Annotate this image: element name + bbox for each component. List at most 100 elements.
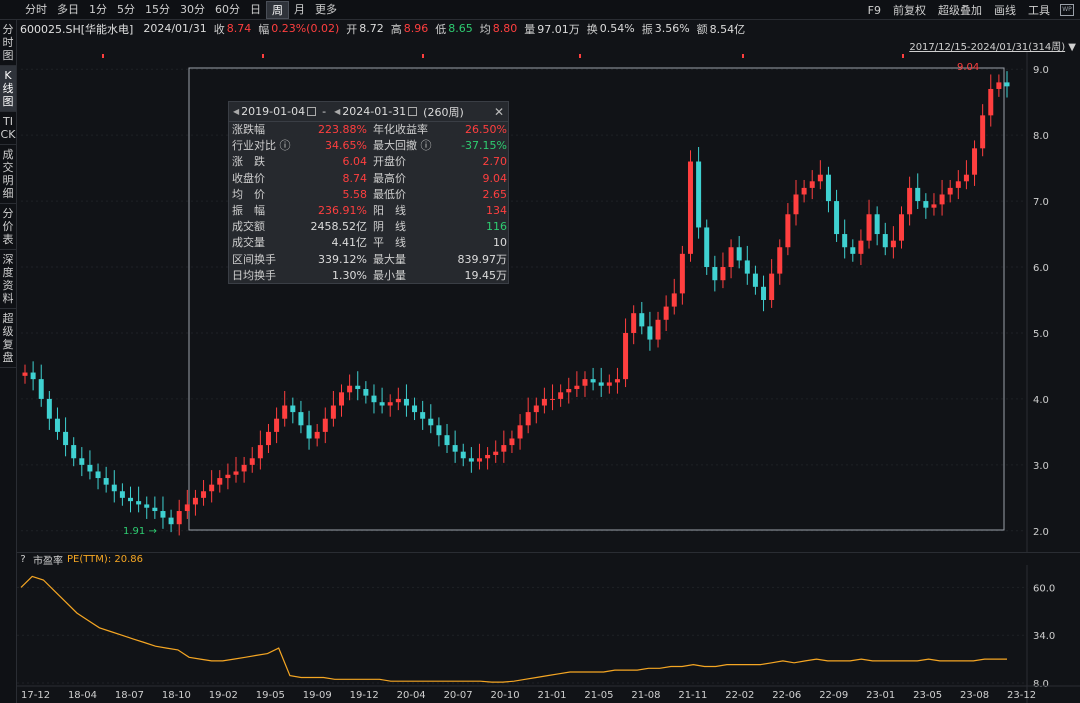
start-date-picker[interactable]: ◀ 2019-01-04 xyxy=(231,105,317,118)
stat-value: 34.65% xyxy=(325,139,367,153)
tool-button-0[interactable]: F9 xyxy=(862,4,887,17)
volume-value: 97.01万 xyxy=(537,22,580,36)
calendar-icon[interactable] xyxy=(307,107,317,116)
candle xyxy=(452,430,458,463)
candle-body xyxy=(558,392,564,399)
candle xyxy=(501,430,507,463)
close-icon[interactable]: ✕ xyxy=(494,105,504,119)
stats-row: 振 幅 236.91% 阳 线 134 xyxy=(229,203,508,219)
candle xyxy=(533,397,539,424)
candle xyxy=(485,447,491,470)
candle xyxy=(639,301,645,335)
candle-body xyxy=(403,398,409,406)
candle-body xyxy=(923,201,929,208)
left-tab-4[interactable]: 分价表 xyxy=(0,204,16,250)
period-tab-2[interactable]: 1分 xyxy=(84,1,112,19)
range-selector[interactable]: 2017/12/15-2024/01/31(314周) ▼ xyxy=(909,38,1076,53)
candle-body xyxy=(225,474,231,479)
candle-body xyxy=(363,389,369,396)
candle-body xyxy=(728,247,734,268)
candle xyxy=(136,486,142,513)
candle-body xyxy=(825,174,831,202)
period-tab-7[interactable]: 日 xyxy=(245,1,266,19)
triangle-left-icon[interactable]: ◀ xyxy=(334,107,340,116)
stat-key: 收盘价 xyxy=(232,171,265,185)
price-tick-label: 6.0 xyxy=(1033,263,1049,274)
period-tab-0[interactable]: 分时 xyxy=(20,1,52,19)
period-tab-1[interactable]: 多日 xyxy=(52,1,84,19)
candle-body xyxy=(671,293,677,307)
tool-button-4[interactable]: 工具 xyxy=(1022,2,1056,18)
tool-button-3[interactable]: 画线 xyxy=(988,2,1022,18)
candle xyxy=(923,193,929,219)
help-icon[interactable]: ? xyxy=(17,554,29,565)
end-date-picker[interactable]: ◀ 2024-01-31 xyxy=(332,105,418,118)
candle-body xyxy=(103,478,109,485)
time-tick-label: 20-10 xyxy=(491,690,520,701)
candle-body xyxy=(38,379,44,399)
candle xyxy=(265,423,271,453)
left-tab-6[interactable]: 超级复盘 xyxy=(0,309,16,368)
candle xyxy=(144,496,150,519)
amount-label: 额 xyxy=(696,22,708,36)
candle xyxy=(598,367,604,397)
period-tab-9[interactable]: 月 xyxy=(289,1,310,19)
candle-body xyxy=(30,372,36,380)
left-tab-1[interactable]: K线图 xyxy=(0,66,16,112)
stat-key: 日均换手 xyxy=(232,268,276,282)
candle xyxy=(274,407,280,444)
candle-body xyxy=(111,484,117,492)
stat-key: 涨 跌 xyxy=(232,155,265,169)
candle xyxy=(947,179,953,203)
candle xyxy=(233,456,239,483)
time-tick-label: 22-06 xyxy=(772,690,801,701)
pe-line-chart[interactable]: 60.0 34.0 8.0 17-12 18-04 18-07 18-10 19-02 19-0… xyxy=(17,565,1080,703)
tool-button-1[interactable]: 前复权 xyxy=(887,2,932,18)
candle xyxy=(980,104,986,157)
candle xyxy=(176,499,182,536)
period-tab-8[interactable]: 周 xyxy=(266,0,289,19)
period-tab-4[interactable]: 15分 xyxy=(140,1,175,19)
price-tick-label: 7.0 xyxy=(1033,197,1049,208)
candlestick-chart[interactable]: 9.0 8.0 7.0 6.0 5.0 4.0 3.0 2.0 9.04 1.91 → xyxy=(17,52,1080,552)
left-tab-0[interactable]: 分时图 xyxy=(0,20,16,66)
candle xyxy=(679,245,685,305)
time-tick-label: 23-01 xyxy=(866,690,895,701)
candle xyxy=(192,489,198,516)
left-tab-2[interactable]: TICK xyxy=(0,112,16,145)
calendar-icon[interactable] xyxy=(408,107,418,116)
candle xyxy=(712,255,718,292)
candle-body xyxy=(233,471,239,475)
candle-body xyxy=(687,161,693,254)
period-tab-10[interactable]: 更多 xyxy=(310,1,342,19)
candle-body xyxy=(720,267,726,281)
time-tick-label: 19-12 xyxy=(350,690,379,701)
stat-key: 区间换手 xyxy=(232,252,276,266)
wp-icon[interactable]: WP xyxy=(1060,4,1074,16)
stat-value: 223.88% xyxy=(318,123,367,136)
high-value: 8.96 xyxy=(403,22,429,35)
period-tab-6[interactable]: 60分 xyxy=(210,1,245,19)
candle xyxy=(347,374,353,401)
left-tab-3[interactable]: 成交明细 xyxy=(0,145,16,204)
stats-row: 成交额 2458.52亿阴 线 116 xyxy=(229,219,508,235)
amount-value: 8.54亿 xyxy=(709,22,746,36)
stat-key: 成交额 xyxy=(232,220,265,234)
triangle-left-icon[interactable]: ◀ xyxy=(233,107,239,116)
stats-row: 涨 跌 6.04 开盘价 2.70 xyxy=(229,154,508,170)
candle xyxy=(761,275,767,312)
candle-body xyxy=(631,313,637,333)
candle-body xyxy=(160,511,166,518)
period-tab-3[interactable]: 5分 xyxy=(112,1,140,19)
candle xyxy=(720,252,726,289)
left-tab-5[interactable]: 深度资料 xyxy=(0,250,16,309)
time-tick-label: 18-10 xyxy=(162,690,191,701)
close-value: 8.74 xyxy=(226,22,252,35)
candle-body xyxy=(322,418,328,432)
candle xyxy=(241,456,247,483)
period-tab-5[interactable]: 30分 xyxy=(175,1,210,19)
stat-key: 阴 线 xyxy=(373,220,406,234)
time-tick-label: 19-05 xyxy=(256,690,285,701)
tool-button-2[interactable]: 超级叠加 xyxy=(932,2,988,18)
candle-body xyxy=(582,379,588,386)
